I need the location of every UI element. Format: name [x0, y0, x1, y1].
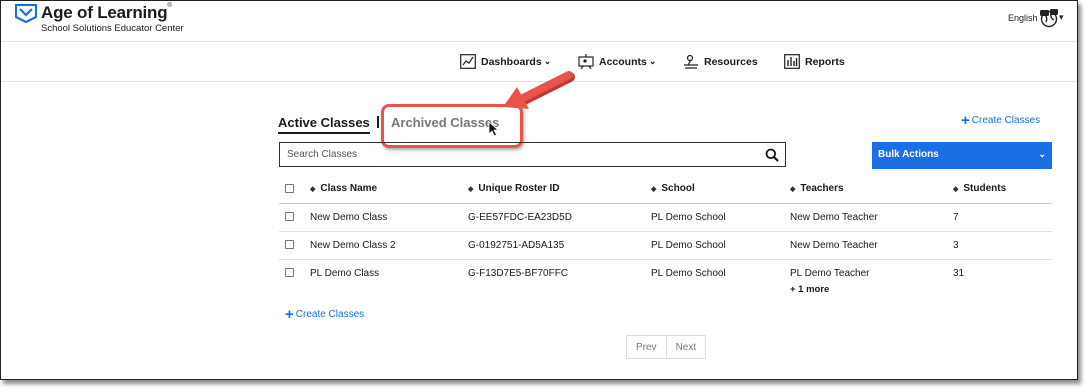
create-classes-link-bottom[interactable]: + Create Classes [285, 305, 365, 323]
row-checkbox[interactable] [285, 240, 294, 249]
teachers-cell: New Demo Teacher [790, 212, 878, 223]
table-row[interactable]: New Demo Class G-EE57FDC-EA23D5D PL Demo… [279, 204, 1052, 232]
teachers-cell: PL Demo Teacher [790, 268, 870, 279]
teachers-cell: New Demo Teacher [790, 240, 878, 251]
nav-resources-label: Resources [704, 55, 758, 68]
school-cell: PL Demo School [651, 240, 726, 251]
language-label[interactable]: English [1008, 13, 1038, 23]
classes-table: ◆ Class Name ◆ Unique Roster ID ◆ School ◆ T… [279, 177, 1052, 298]
top-header: Age of Learning® School Solutions Educat… [1, 1, 1077, 42]
app-window: Age of Learning® School Solutions Educat… [0, 0, 1078, 380]
class-name-cell[interactable]: New Demo Class [310, 212, 387, 223]
tab-active-classes[interactable]: Active Classes [278, 115, 370, 134]
students-cell: 7 [953, 212, 959, 223]
nav-reports-label: Reports [805, 55, 845, 68]
chevron-down-icon: ⌄ [648, 56, 657, 66]
more-teachers-link[interactable]: + 1 more [790, 284, 829, 295]
bulk-actions-label: Bulk Actions [878, 149, 939, 160]
class-name-cell[interactable]: PL Demo Class [310, 268, 379, 279]
annotation-arrow-icon [503, 71, 575, 109]
column-header-teachers[interactable]: ◆ Teachers [790, 183, 844, 194]
sort-icon: ◆ [651, 186, 657, 193]
mouse-cursor-icon [488, 121, 499, 137]
nav-accounts-label: Accounts [599, 55, 647, 68]
table-header: ◆ Class Name ◆ Unique Roster ID ◆ School ◆ T… [279, 177, 1052, 204]
column-header-school[interactable]: ◆ School [651, 183, 695, 194]
nav-reports[interactable]: Reports [784, 54, 845, 69]
roster-id-cell: G-0192751-AD5A135 [468, 240, 565, 251]
sort-icon: ◆ [310, 186, 316, 193]
prev-page-button[interactable]: Prev [626, 335, 667, 359]
table-row[interactable]: New Demo Class 2 G-0192751-AD5A135 PL De… [279, 232, 1052, 260]
roster-id-cell: G-EE57FDC-EA23D5D [468, 212, 572, 223]
school-cell: PL Demo School [651, 268, 726, 279]
create-classes-label: Create Classes [295, 309, 365, 320]
globe-chat-icon[interactable] [1039, 8, 1059, 28]
lamp-icon [684, 54, 698, 69]
next-page-button[interactable]: Next [666, 335, 707, 359]
sort-icon: ◆ [953, 186, 959, 193]
nav-resources[interactable]: Resources [683, 54, 758, 69]
line-chart-icon [460, 54, 476, 69]
search-box [279, 142, 786, 167]
table-row[interactable]: PL Demo Class G-F13D7E5-BF70FFC PL Demo … [279, 260, 1052, 298]
row-checkbox[interactable] [285, 268, 294, 277]
column-header-class-name[interactable]: ◆ Class Name [310, 183, 377, 194]
plus-icon: + [285, 305, 294, 323]
pagination: Prev Next [626, 335, 707, 359]
tab-divider [377, 116, 379, 128]
school-cell: PL Demo School [651, 212, 726, 223]
brand-subtitle: School Solutions Educator Center [41, 23, 184, 34]
students-cell: 31 [953, 268, 965, 279]
class-name-cell[interactable]: New Demo Class 2 [310, 240, 396, 251]
column-header-students[interactable]: ◆ Students [953, 183, 1006, 194]
select-all-checkbox[interactable] [285, 184, 294, 193]
chevron-down-icon: ⌄ [1038, 149, 1046, 159]
plus-icon: + [961, 111, 970, 129]
brand-name[interactable]: Age of Learning® [41, 3, 172, 23]
create-classes-label: Create Classes [971, 115, 1041, 126]
bulk-actions-dropdown[interactable]: Bulk Actions ⌄ [872, 142, 1052, 169]
roster-id-cell: G-F13D7E5-BF70FFC [468, 268, 569, 279]
row-checkbox[interactable] [285, 212, 294, 221]
shield-logo-icon [15, 4, 37, 23]
create-classes-link[interactable]: + Create Classes [961, 111, 1041, 129]
bar-chart-icon [784, 54, 800, 69]
chevron-down-icon[interactable]: ▾ [1059, 12, 1064, 23]
students-cell: 3 [953, 240, 959, 251]
search-icon[interactable] [765, 148, 779, 162]
sort-icon: ◆ [790, 186, 796, 193]
column-header-roster-id[interactable]: ◆ Unique Roster ID [468, 183, 560, 194]
sort-icon: ◆ [468, 186, 474, 193]
search-input[interactable] [280, 143, 757, 166]
